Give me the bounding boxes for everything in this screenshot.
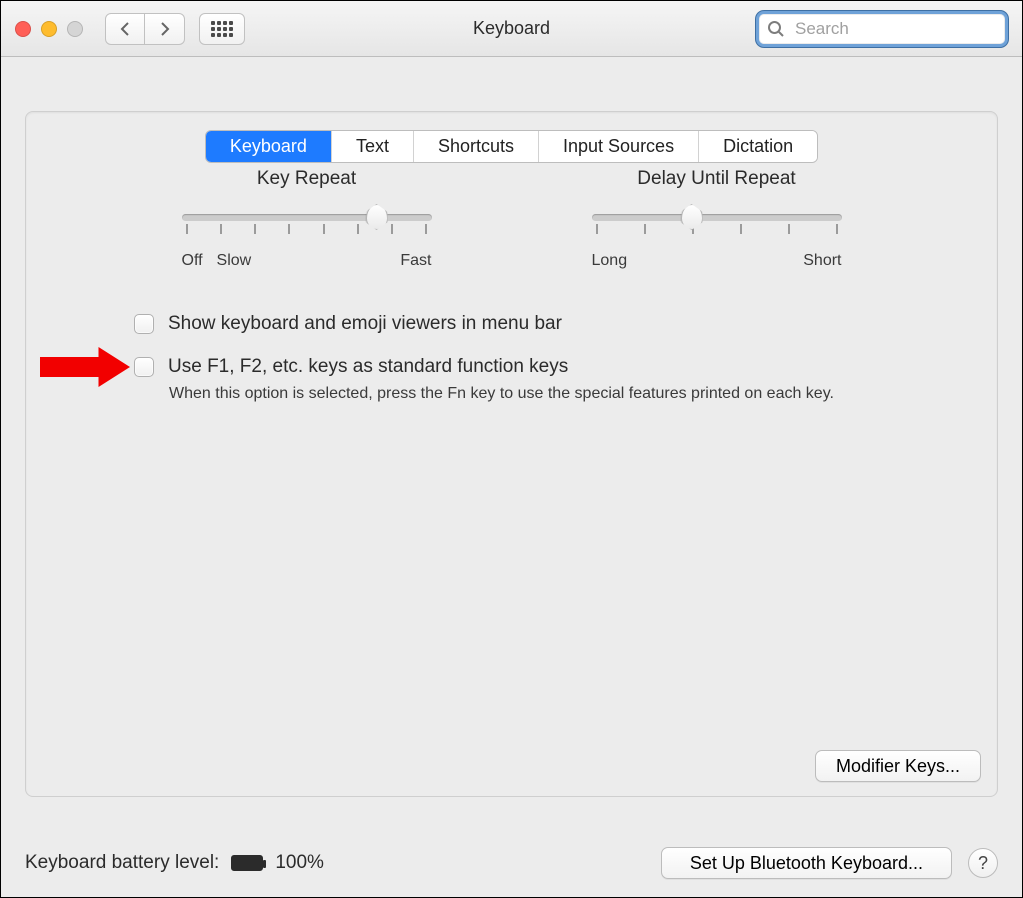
tab-shortcuts[interactable]: Shortcuts bbox=[414, 131, 539, 162]
question-mark-icon: ? bbox=[978, 853, 988, 874]
forward-button[interactable] bbox=[145, 13, 185, 45]
checkbox-section: Show keyboard and emoji viewers in menu … bbox=[134, 312, 997, 403]
tab-dictation[interactable]: Dictation bbox=[699, 131, 817, 162]
scale-short: Short bbox=[803, 252, 841, 270]
footer: Keyboard battery level: 100% Set Up Blue… bbox=[25, 847, 998, 879]
help-button[interactable]: ? bbox=[968, 848, 998, 878]
delay-repeat-scale: Long Short bbox=[592, 252, 842, 270]
tab-text[interactable]: Text bbox=[332, 131, 414, 162]
close-window-button[interactable] bbox=[15, 21, 31, 37]
show-viewers-row: Show keyboard and emoji viewers in menu … bbox=[134, 312, 997, 337]
titlebar: Keyboard bbox=[1, 1, 1022, 57]
slider-ticks bbox=[182, 224, 432, 234]
key-repeat-control: Key Repeat Off Slow Fast bbox=[182, 168, 432, 270]
preferences-panel: Keyboard Text Shortcuts Input Sources Di… bbox=[25, 111, 998, 797]
chevron-right-icon bbox=[159, 21, 171, 37]
window-controls bbox=[15, 21, 83, 37]
tab-input-sources[interactable]: Input Sources bbox=[539, 131, 699, 162]
search-input[interactable] bbox=[793, 18, 1018, 40]
tab-keyboard[interactable]: Keyboard bbox=[206, 131, 332, 162]
delay-repeat-label: Delay Until Repeat bbox=[592, 168, 842, 190]
search-icon bbox=[767, 20, 785, 38]
back-button[interactable] bbox=[105, 13, 145, 45]
show-viewers-label: Show keyboard and emoji viewers in menu … bbox=[168, 312, 562, 337]
tab-bar: Keyboard Text Shortcuts Input Sources Di… bbox=[205, 130, 818, 163]
battery-icon bbox=[231, 855, 263, 871]
modifier-keys-button[interactable]: Modifier Keys... bbox=[815, 750, 981, 782]
delay-repeat-control: Delay Until Repeat Long Short bbox=[592, 168, 842, 270]
battery-value: 100% bbox=[275, 852, 324, 874]
show-all-button[interactable] bbox=[199, 13, 245, 45]
slider-track bbox=[182, 214, 432, 221]
fn-keys-row: Use F1, F2, etc. keys as standard functi… bbox=[134, 355, 997, 380]
grid-icon bbox=[211, 21, 233, 37]
slider-track bbox=[592, 214, 842, 221]
nav-buttons bbox=[105, 13, 185, 45]
delay-repeat-slider[interactable] bbox=[592, 206, 842, 246]
show-viewers-checkbox[interactable] bbox=[134, 314, 154, 334]
scale-fast: Fast bbox=[400, 252, 431, 270]
scale-off: Off bbox=[182, 252, 203, 270]
search-field[interactable] bbox=[756, 11, 1008, 47]
battery-status: Keyboard battery level: 100% bbox=[25, 852, 324, 874]
key-repeat-scale: Off Slow Fast bbox=[182, 252, 432, 270]
fn-keys-checkbox[interactable] bbox=[134, 357, 154, 377]
slider-section: Key Repeat Off Slow Fast Delay Until Rep… bbox=[26, 168, 997, 270]
slider-ticks bbox=[592, 224, 842, 234]
annotation-arrow-icon bbox=[40, 347, 130, 387]
scale-long: Long bbox=[592, 252, 628, 270]
fn-keys-label: Use F1, F2, etc. keys as standard functi… bbox=[168, 355, 568, 380]
zoom-window-button[interactable] bbox=[67, 21, 83, 37]
minimize-window-button[interactable] bbox=[41, 21, 57, 37]
key-repeat-label: Key Repeat bbox=[182, 168, 432, 190]
setup-bluetooth-button[interactable]: Set Up Bluetooth Keyboard... bbox=[661, 847, 952, 879]
fn-keys-hint: When this option is selected, press the … bbox=[169, 385, 939, 403]
scale-slow: Slow bbox=[217, 252, 252, 270]
key-repeat-slider[interactable] bbox=[182, 206, 432, 246]
chevron-left-icon bbox=[119, 21, 131, 37]
battery-label: Keyboard battery level: bbox=[25, 852, 219, 874]
